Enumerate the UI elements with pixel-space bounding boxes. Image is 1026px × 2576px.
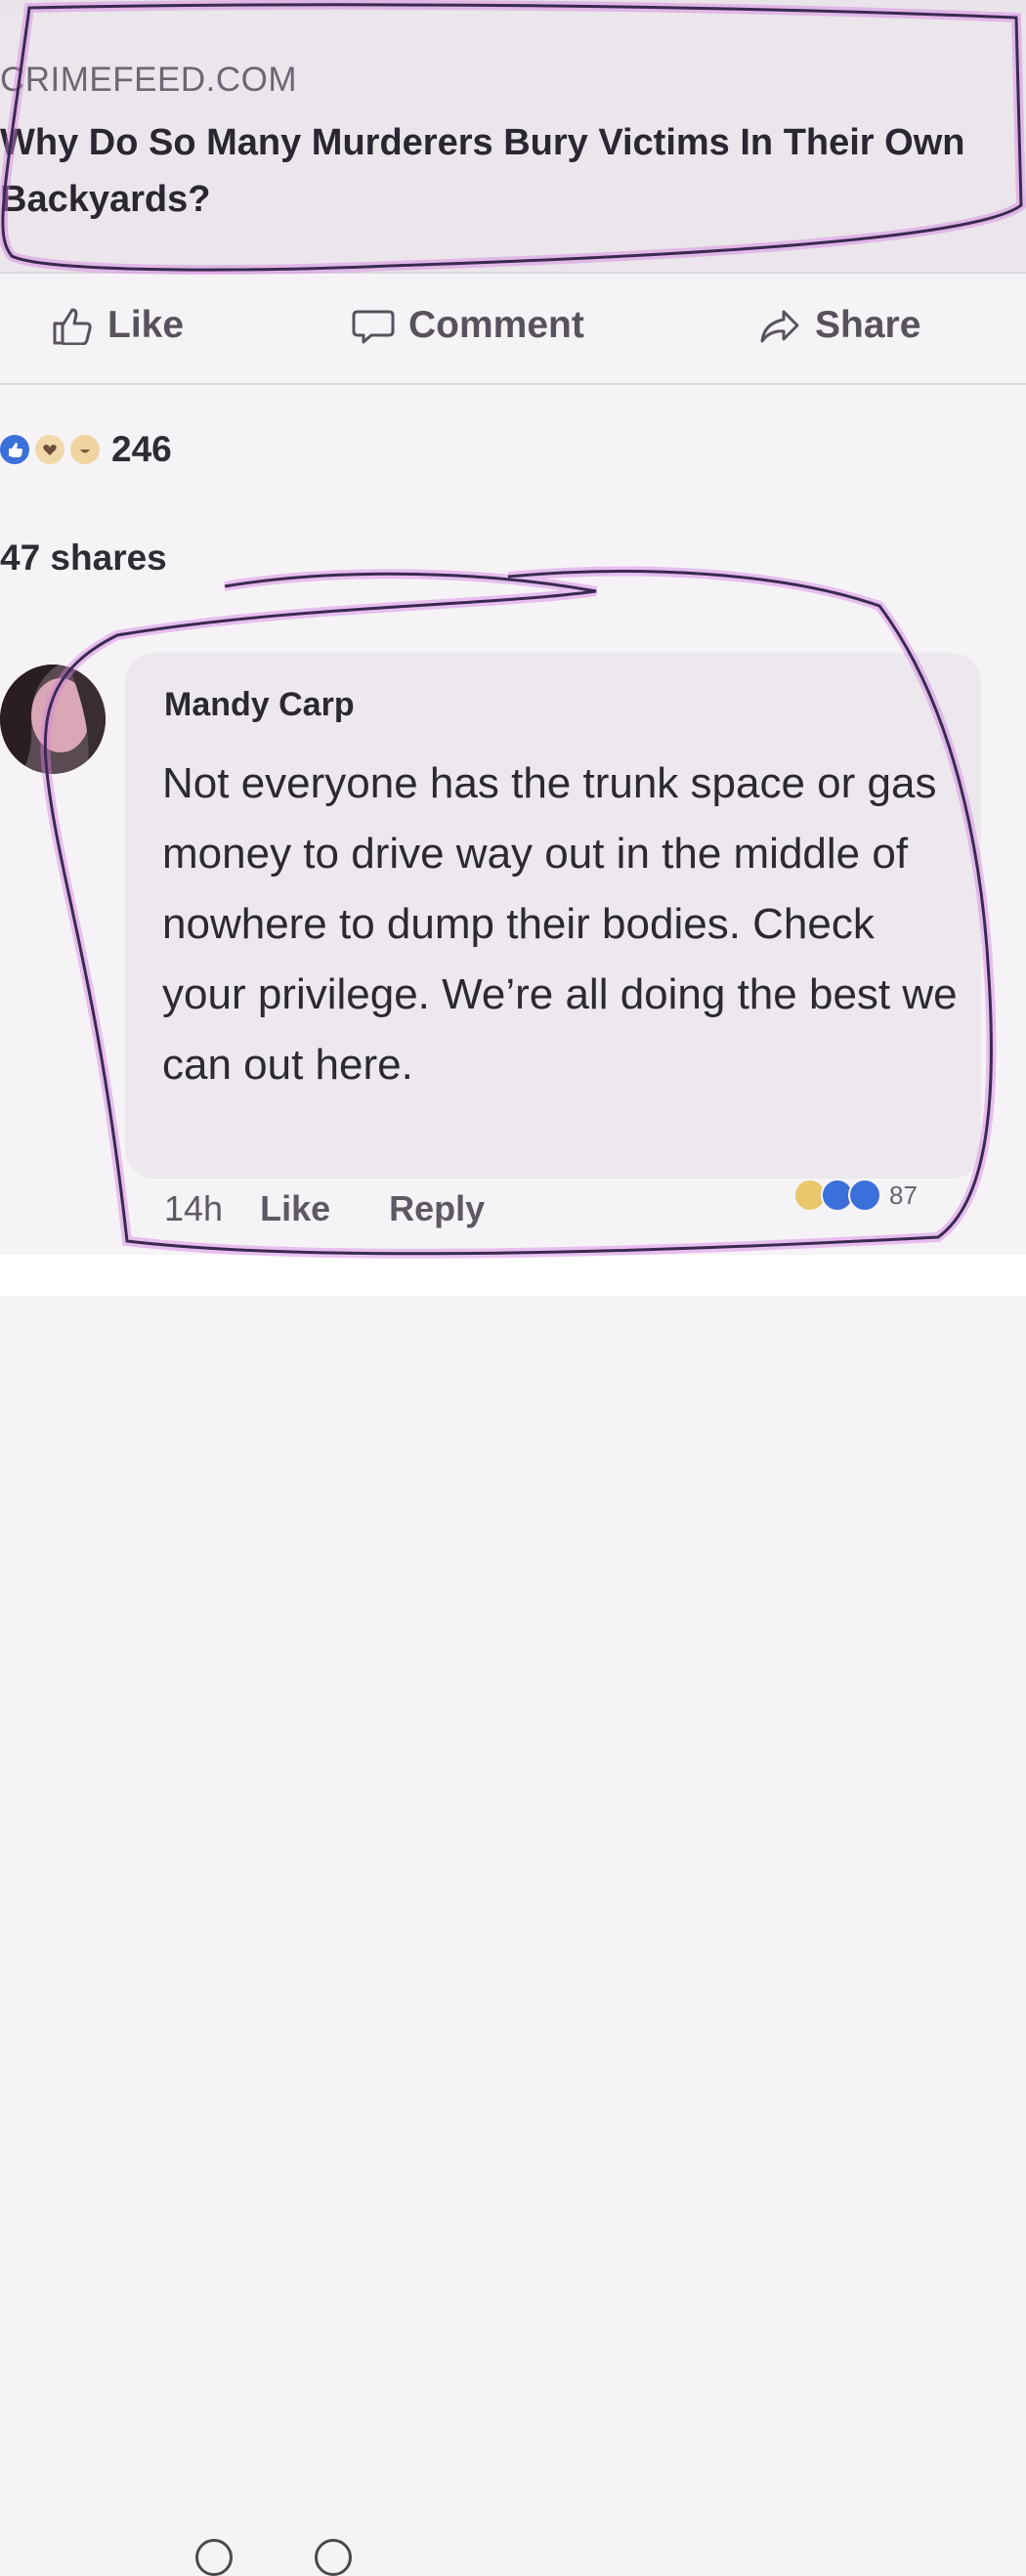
link-domain: CRIMEFEED.COM <box>0 61 297 99</box>
comment-reaction-count: 87 <box>889 1180 918 1210</box>
avatar-photo <box>0 665 106 774</box>
share-arrow-icon <box>760 310 799 343</box>
thumbs-up-icon <box>53 308 92 345</box>
bottom-toolbar <box>0 1255 1026 2576</box>
comment-meta: 14h Like Reply <box>164 1188 485 1229</box>
like-reaction-icon <box>0 435 29 464</box>
link-preview-card[interactable]: CRIMEFEED.COM Why Do So Many Murderers B… <box>0 12 1026 272</box>
comment-button-label: Comment <box>408 304 584 346</box>
comment-timestamp[interactable]: 14h <box>164 1188 223 1229</box>
share-button[interactable]: Share <box>758 301 920 350</box>
toolbar-icon[interactable] <box>195 2539 233 2576</box>
link-headline[interactable]: Why Do So Many Murderers Bury Victims In… <box>0 114 1016 228</box>
comment-text: Not everyone has the trunk space or gas … <box>162 759 958 1089</box>
love-reaction-icon <box>35 435 64 464</box>
like-button-label: Like <box>107 304 185 346</box>
like-button[interactable]: Like <box>51 301 184 350</box>
comment-icon <box>352 310 395 344</box>
comment-reply-button[interactable]: Reply <box>389 1188 485 1229</box>
toolbar-icon[interactable] <box>315 2539 352 2576</box>
comment-reactions[interactable]: 87 <box>793 1179 918 1212</box>
post-action-bar: Like Comment Share <box>0 274 1026 383</box>
reaction-count: 246 <box>111 429 172 469</box>
action-divider <box>0 383 1026 385</box>
share-button-label: Share <box>815 304 921 346</box>
comment-bubble: Mandy Carp Not everyone has the trunk sp… <box>125 653 981 1179</box>
love-reaction-icon <box>848 1179 881 1212</box>
share-count[interactable]: 47 shares <box>0 537 167 579</box>
comment-like-button[interactable]: Like <box>260 1188 330 1229</box>
post-reactions[interactable]: 246 <box>0 420 172 479</box>
top-edge <box>0 0 1026 12</box>
commenter-avatar[interactable] <box>0 665 106 774</box>
comment-author[interactable]: Mandy Carp <box>164 686 355 724</box>
comment-button[interactable]: Comment <box>352 301 584 350</box>
haha-reaction-icon <box>70 435 100 464</box>
